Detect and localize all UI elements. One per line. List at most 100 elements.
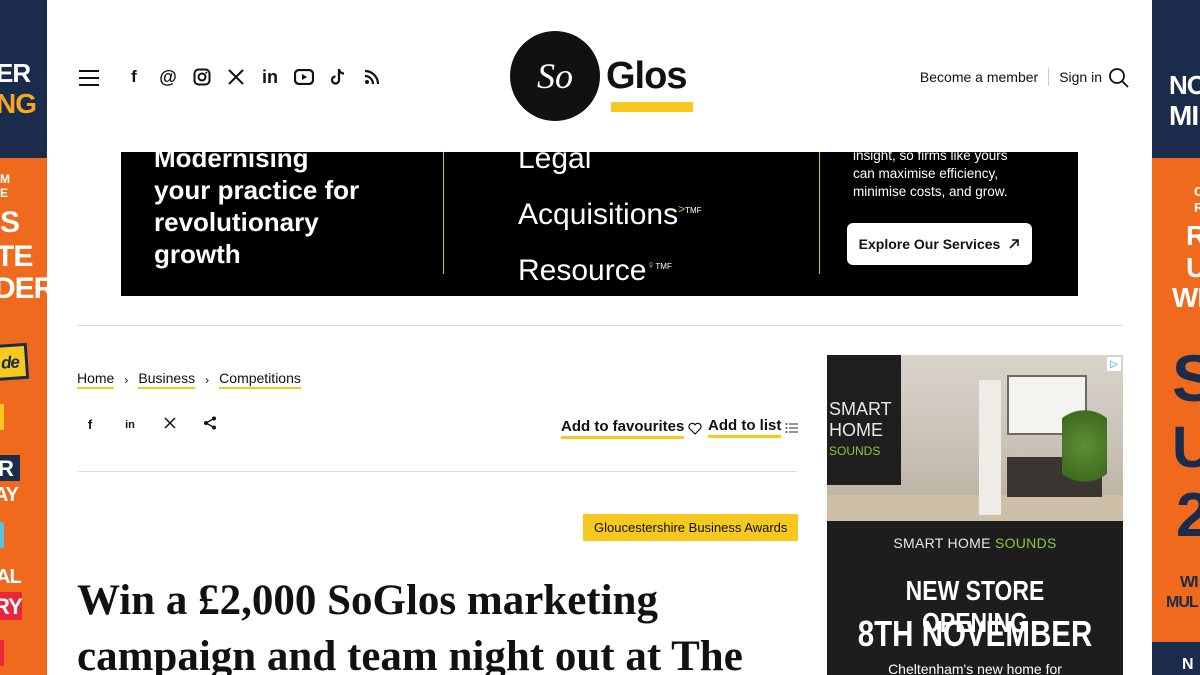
list-icon <box>785 422 799 433</box>
skin-text: NG <box>0 88 37 119</box>
threads-icon[interactable]: @ <box>157 66 179 88</box>
ad-plant <box>1062 410 1107 500</box>
list-label: Add to list <box>708 417 782 438</box>
left-skin-ad[interactable]: ER NG M E S TE DER de R AY AL RY <box>0 0 47 675</box>
facebook-share-icon[interactable]: f <box>80 417 100 432</box>
ad-subtext: Cheltenham's new home for <box>888 661 1062 675</box>
right-skin-ad[interactable]: NO MI C R R U WE S U 2 WI MUL N <box>1152 0 1200 675</box>
ad-divider <box>819 152 820 274</box>
instagram-icon[interactable] <box>191 66 213 88</box>
add-to-list-button[interactable]: Add to list <box>708 417 799 438</box>
article-headline: Win a £2,000 SoGlos marketing campaign a… <box>77 573 807 675</box>
skin-text: ER <box>0 58 31 88</box>
skin-text: WI <box>1180 574 1199 591</box>
skin-text: R <box>0 456 14 481</box>
page: ER NG M E S TE DER de R AY AL RY NO MI C… <box>0 0 1200 675</box>
skin-stripe <box>0 640 4 666</box>
skin-text: RY <box>0 594 23 619</box>
ad-text: HOME <box>829 420 883 440</box>
skin-text: R <box>1186 220 1200 251</box>
ad-date: 8TH NOVEMBER <box>857 613 1093 654</box>
skin-text: DER <box>0 272 47 305</box>
skin-text: MUL <box>1166 594 1199 611</box>
breadcrumb: Home › Business › Competitions <box>77 370 301 389</box>
account-links: Become a member Sign in <box>920 68 1102 86</box>
chevron-right-icon: › <box>205 372 210 387</box>
skin-text: R <box>1194 200 1200 215</box>
ad-text: insight, so firms like yours <box>853 152 1008 163</box>
breadcrumb-competitions[interactable]: Competitions <box>219 370 301 389</box>
sign-in-link[interactable]: Sign in <box>1059 69 1102 85</box>
favourites-label: Add to favourites <box>561 418 685 439</box>
skin-text: U <box>1186 252 1200 283</box>
arrow-up-right-icon <box>1009 239 1020 249</box>
ad-text: Acquisitions <box>518 198 679 231</box>
skin-text: S <box>1172 341 1200 415</box>
skin-text: S <box>0 206 20 239</box>
leaderboard-ad[interactable]: Modernising your practice for revolution… <box>121 152 1078 296</box>
skin-text: E <box>0 186 8 200</box>
ad-col2: Legal Acquisitions>TMF Resource♀TMF <box>518 152 702 296</box>
category-tag[interactable]: Gloucestershire Business Awards <box>583 514 799 541</box>
rss-icon[interactable] <box>361 66 383 88</box>
skin-text: M <box>0 172 10 186</box>
ad-text: can maximise efficiency, <box>853 166 999 181</box>
site-header: f @ in So Glos Become a member Sign in <box>47 0 1152 152</box>
divider <box>77 325 1123 326</box>
logo-glos: Glos <box>606 55 687 97</box>
ad-text: Modernising <box>154 152 309 173</box>
skin-stripe <box>0 404 4 430</box>
skin-text: NO <box>1169 70 1200 100</box>
heart-icon <box>688 422 702 435</box>
search-icon[interactable] <box>1108 67 1130 89</box>
ad-tmf: TMF <box>685 206 702 215</box>
explore-services-button[interactable]: Explore Our Services <box>847 223 1032 265</box>
breadcrumb-home[interactable]: Home <box>77 370 115 389</box>
share-buttons: f in <box>80 416 220 433</box>
menu-icon[interactable] <box>79 70 99 86</box>
skin-text: N <box>1182 656 1194 673</box>
add-to-favourites-button[interactable]: Add to favourites <box>561 418 702 439</box>
skin-text: AY <box>0 484 19 506</box>
ad-col3: insight, so firms like yours can maximis… <box>853 152 1063 201</box>
divider <box>1048 68 1050 86</box>
skin-text: AL <box>0 566 22 588</box>
ad-text: SMART HOME <box>893 535 995 551</box>
ad-text: revolutionary <box>154 207 319 237</box>
skin-text: 2 <box>1176 481 1200 550</box>
ad-text: growth <box>154 239 241 269</box>
facebook-icon[interactable]: f <box>123 66 145 88</box>
ad-text: your practice for <box>154 175 360 205</box>
headline-line: Win a £2,000 SoGlos marketing <box>77 577 658 624</box>
ad-text: Legal <box>518 152 592 175</box>
skin-text: WE <box>1172 282 1200 313</box>
linkedin-icon[interactable]: in <box>259 66 281 88</box>
adchoices-icon[interactable]: ▷ <box>1107 357 1121 371</box>
ad-text: SMART <box>829 399 892 419</box>
side-ad[interactable]: SMART HOME SOUNDS ▷ SMART HOME SOUNDS NE… <box>827 355 1123 675</box>
skin-text: U <box>1172 415 1200 480</box>
skin-text: MI <box>1169 100 1199 131</box>
youtube-icon[interactable] <box>293 66 315 88</box>
become-member-link[interactable]: Become a member <box>920 69 1038 85</box>
ad-text: minimise costs, and grow. <box>853 184 1008 199</box>
ad-photo: SMART HOME SOUNDS <box>827 355 1123 521</box>
ad-brand: SMART HOME SOUNDS <box>827 535 1123 551</box>
ad-divider <box>443 152 444 274</box>
ad-text: SOUNDS <box>994 535 1057 551</box>
skin-text: TE <box>0 240 33 273</box>
logo-underline <box>611 102 693 112</box>
soglos-logo[interactable]: So Glos <box>510 31 700 123</box>
ad-pillar <box>979 380 1001 515</box>
x-icon[interactable] <box>225 66 247 88</box>
x-share-icon[interactable] <box>160 417 180 432</box>
ad-col1: Modernising your practice for revolution… <box>154 152 359 270</box>
skin-stripe <box>0 522 4 548</box>
social-links: f @ in <box>123 66 383 88</box>
breadcrumb-business[interactable]: Business <box>138 370 196 389</box>
ad-tmf: TMF <box>655 262 672 271</box>
tiktok-icon[interactable] <box>327 66 349 88</box>
share-icon[interactable] <box>200 416 220 433</box>
chevron-right-icon: › <box>124 372 129 387</box>
linkedin-share-icon[interactable]: in <box>120 419 140 431</box>
